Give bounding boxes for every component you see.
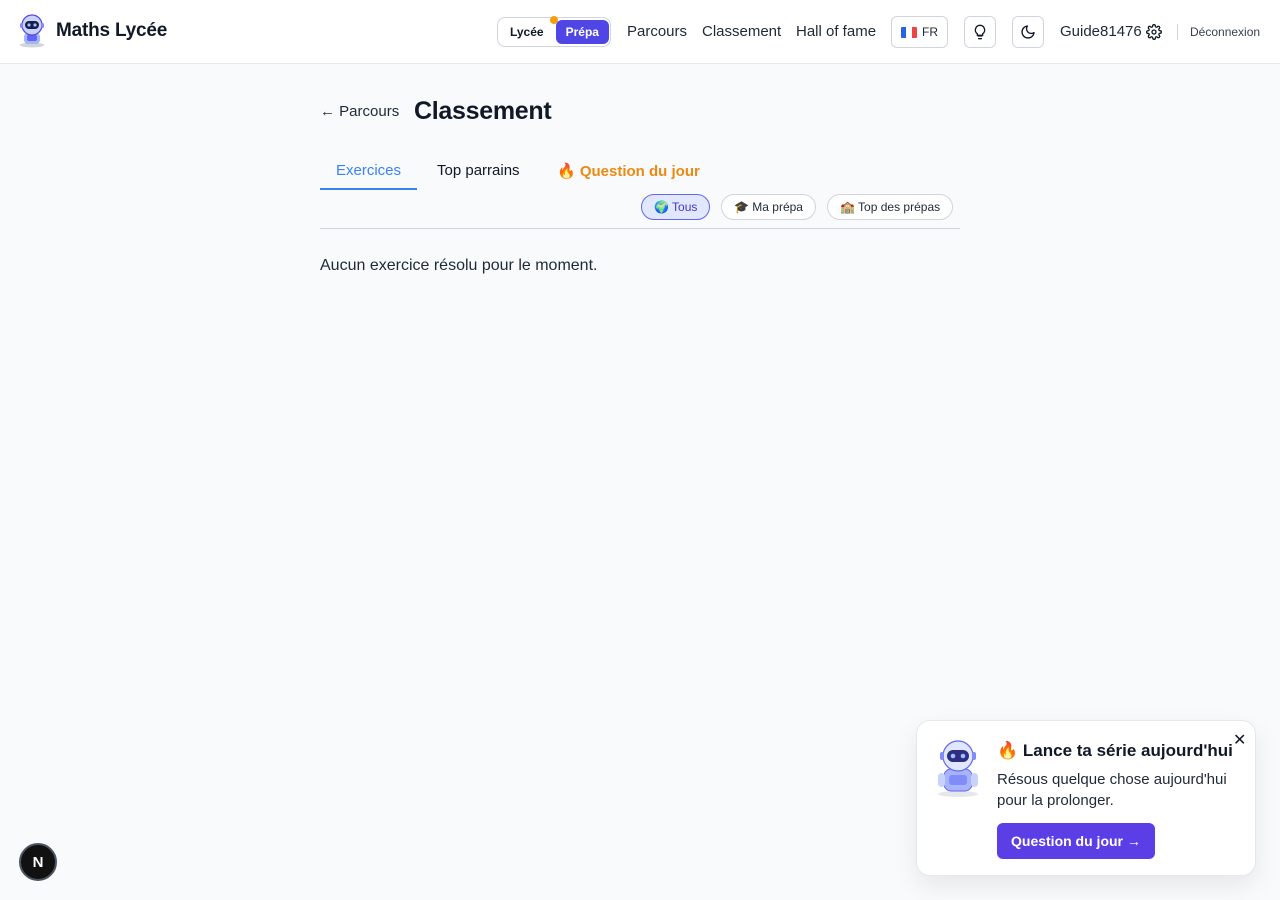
top-header: Maths Lycée Lycée Prépa Parcours Classem… — [0, 0, 1280, 64]
brand-name: Maths Lycée — [56, 20, 168, 41]
close-icon[interactable]: ✕ — [1233, 730, 1246, 750]
level-switch[interactable]: Lycée Prépa — [497, 16, 611, 47]
toast-message: Résous quelque chose aujourd'hui pour la… — [997, 771, 1227, 809]
username[interactable]: Guide81476 — [1060, 23, 1142, 40]
hint-button[interactable] — [964, 16, 996, 48]
active-tab-indicator — [320, 188, 417, 190]
gear-icon[interactable] — [1146, 24, 1162, 40]
filter-tous[interactable]: 🌍 Tous — [641, 194, 711, 220]
tab-top-parrains[interactable]: Top parrains — [437, 162, 520, 179]
level-option-lycee[interactable]: Lycée — [500, 20, 554, 44]
brand[interactable]: Maths Lycée — [16, 14, 167, 48]
nav-hall-of-fame[interactable]: Hall of fame — [796, 23, 876, 40]
streak-toast: 🔥 Lance ta série aujourd'hui Résous quel… — [916, 720, 1256, 876]
language-button[interactable]: FR — [891, 16, 948, 48]
notification-dot — [550, 16, 558, 24]
moon-icon — [1021, 25, 1035, 39]
tab-exercices[interactable]: Exercices — [336, 162, 401, 179]
header-divider — [1177, 24, 1178, 40]
nav-classement[interactable]: Classement — [702, 23, 781, 40]
page-title: Classement — [414, 97, 552, 125]
toast-title: 🔥 Lance ta série aujourd'hui — [997, 741, 1233, 760]
leaderboard-tabs: Exercices Top parrains 🔥 Question du jou… — [320, 150, 960, 190]
level-option-prepa[interactable]: Prépa — [555, 20, 609, 44]
robot-mascot-icon — [938, 740, 978, 797]
language-label: FR — [922, 25, 938, 39]
filter-ma-prepa[interactable]: 🎓 Ma prépa — [721, 194, 816, 220]
filter-top-des-prepas[interactable]: 🏫 Top des prépas — [827, 194, 954, 220]
theme-toggle-button[interactable] — [1012, 16, 1044, 48]
logout-link[interactable]: Déconnexion — [1190, 25, 1260, 39]
tab-question-du-jour[interactable]: 🔥 Question du jour — [557, 162, 700, 180]
nav-parcours[interactable]: Parcours — [627, 23, 687, 40]
question-du-jour-button[interactable]: Question du jour → — [997, 823, 1155, 859]
french-flag-icon — [901, 26, 917, 38]
empty-state-message: Aucun exercice résolu pour le moment. — [320, 257, 598, 274]
dev-tools-badge[interactable]: N — [19, 843, 57, 881]
back-to-parcours-link[interactable]: ← Parcours — [320, 103, 399, 120]
lightbulb-icon — [974, 24, 986, 40]
section-divider — [320, 228, 960, 229]
robot-logo-icon — [20, 14, 44, 48]
